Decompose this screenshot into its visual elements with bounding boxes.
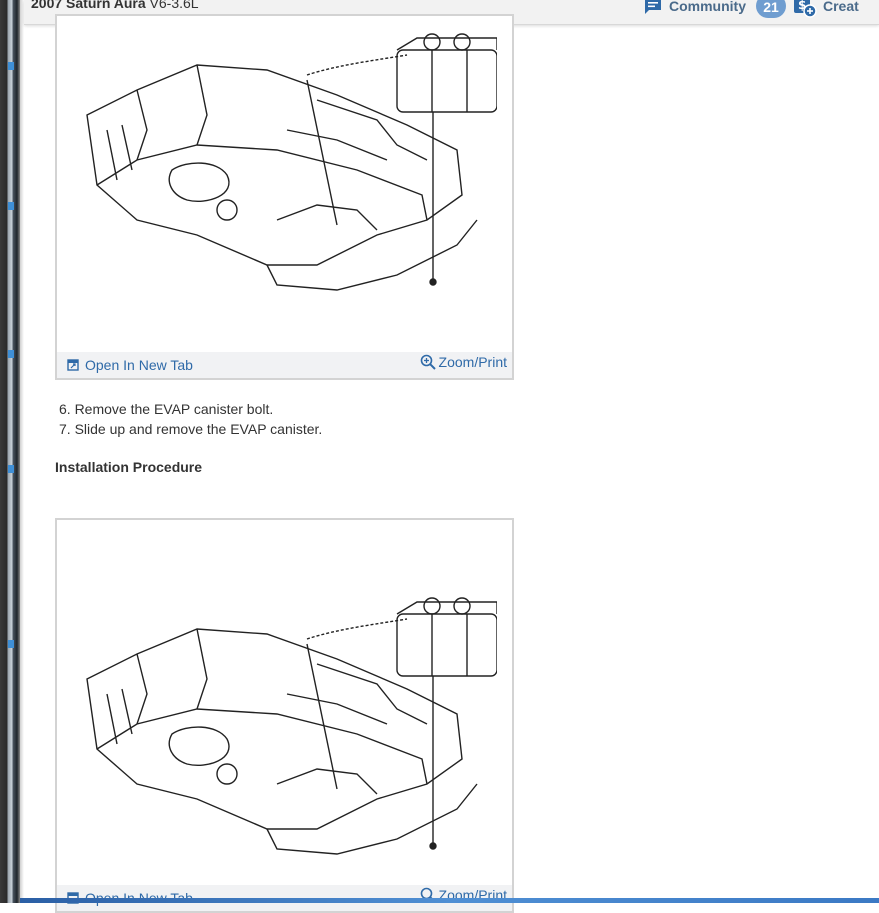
create-link[interactable]: $ Creat <box>793 0 859 18</box>
window-edge-marker <box>8 350 14 358</box>
step-item: 7. Slide up and remove the EVAP canister… <box>59 421 323 437</box>
create-estimate-icon: $ <box>794 0 817 18</box>
new-tab-icon <box>67 359 79 371</box>
vehicle-title[interactable]: 2007 Saturn Aura V6-3.6L <box>31 0 199 12</box>
taskbar-edge <box>20 898 879 903</box>
community-count-badge: 21 <box>756 0 786 18</box>
removal-figure: Open In New Tab Zoom/Print <box>55 14 514 380</box>
installation-figure: Open In New Tab Zoom/Print <box>55 518 514 913</box>
community-label: Community <box>669 0 746 14</box>
window-edge-marker <box>8 202 14 210</box>
window-edge-marker <box>8 640 14 648</box>
content-shadow <box>20 0 24 903</box>
evap-canister-illustration <box>86 33 497 291</box>
window-edge-marker <box>8 465 14 473</box>
figure-toolbar: Open In New Tab Zoom/Print <box>57 352 512 378</box>
step-item: 6. Remove the EVAP canister bolt. <box>59 401 274 417</box>
vehicle-make-model: 2007 Saturn Aura <box>31 0 146 11</box>
zoom-print-link[interactable]: Zoom/Print <box>420 354 507 370</box>
vehicle-engine: V6-3.6L <box>149 0 199 11</box>
procedure-steps: 6. Remove the EVAP canister bolt. 7. Sli… <box>59 399 322 439</box>
chat-bubble-icon <box>645 0 661 14</box>
community-link[interactable]: Community 21 <box>643 0 786 18</box>
create-label: Creat <box>823 0 859 14</box>
zoom-magnifier-icon <box>420 354 436 370</box>
open-in-new-tab-label: Open In New Tab <box>85 357 193 373</box>
open-in-new-tab-link[interactable]: Open In New Tab <box>67 357 193 373</box>
evap-canister-illustration <box>86 597 497 855</box>
installation-procedure-heading: Installation Procedure <box>55 459 203 475</box>
window-edge-marker <box>8 62 14 70</box>
zoom-print-label: Zoom/Print <box>438 354 507 370</box>
left-window-edge <box>0 0 20 903</box>
